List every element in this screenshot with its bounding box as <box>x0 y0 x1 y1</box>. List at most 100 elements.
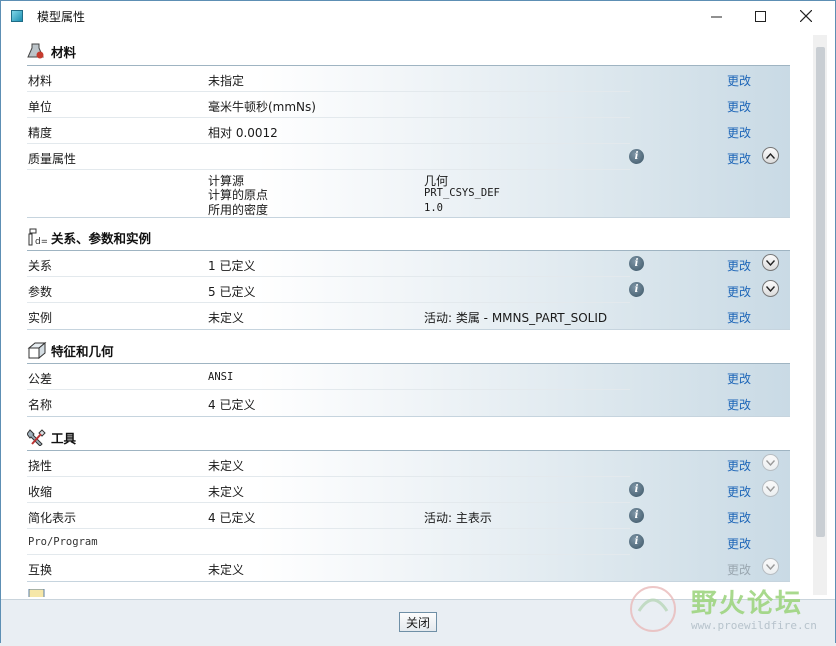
row-value: 毫米牛顿秒(mmNs) <box>208 100 316 114</box>
watermark-url: www.proewildfire.cn <box>691 619 817 632</box>
change-pro-program-link[interactable]: 更改 <box>727 535 751 552</box>
mass-properties-details: 计算源 几何 计算的原点 PRT_CSYS_DEF 所用的密度 1.0 <box>208 172 768 220</box>
row-label: 质量属性 <box>28 152 77 166</box>
change-material-link[interactable]: 更改 <box>727 72 751 89</box>
active-rep-text: 活动: 主表示 <box>424 511 492 525</box>
detail-value: PRT_CSYS_DEF <box>424 187 500 199</box>
change-flexibility-link[interactable]: 更改 <box>727 457 751 474</box>
forum-watermark: 野火论坛 www.proewildfire.cn <box>625 581 835 643</box>
row-parameters: 参数 5 已定义 i 更改 <box>27 277 790 303</box>
close-window-button[interactable] <box>793 5 819 27</box>
change-simplified-rep-link[interactable]: 更改 <box>727 509 751 526</box>
expand-parameters-button[interactable] <box>762 280 779 297</box>
info-icon[interactable]: i <box>629 256 644 271</box>
row-value: 未定义 <box>208 485 245 499</box>
title-bar: 模型属性 <box>1 1 835 31</box>
info-icon[interactable]: i <box>629 534 644 549</box>
row-label: 名称 <box>28 398 53 412</box>
section-header-material[interactable]: 材料 <box>27 40 76 62</box>
change-parameters-link[interactable]: 更改 <box>727 283 751 300</box>
row-shrinkage: 收缩 未定义 i 更改 <box>27 477 790 503</box>
material-flask-icon <box>27 42 47 60</box>
change-units-link[interactable]: 更改 <box>727 98 751 115</box>
active-instance-text: 活动: 类属 - MMNS_PART_SOLID <box>424 311 608 325</box>
change-names-link[interactable]: 更改 <box>727 396 751 413</box>
info-icon[interactable]: i <box>629 482 644 497</box>
detail-value: 1.0 <box>424 202 443 214</box>
section-title-material: 材料 <box>51 44 77 60</box>
info-icon[interactable]: i <box>629 149 644 164</box>
chevron-down-icon <box>766 285 775 292</box>
row-tolerance: 公差 ANSI 更改 <box>27 364 790 390</box>
scrollbar-thumb[interactable] <box>816 47 825 537</box>
row-value: 4 已定义 <box>208 511 256 525</box>
chevron-down-icon <box>766 563 775 570</box>
section-title-tools: 工具 <box>51 430 77 446</box>
change-relations-link[interactable]: 更改 <box>727 257 751 274</box>
row-simplified-rep: 简化表示 4 已定义 活动: 主表示 i 更改 <box>27 503 790 529</box>
row-names: 名称 4 已定义 更改 <box>27 390 790 416</box>
section-title-relations: 关系、参数和实例 <box>51 230 152 246</box>
chevron-down-icon <box>766 459 775 466</box>
app-icon <box>11 10 23 22</box>
row-relations: 关系 1 已定义 i 更改 <box>27 251 790 277</box>
info-icon[interactable]: i <box>629 508 644 523</box>
row-mass-properties: 质量属性 i 更改 <box>27 144 790 170</box>
change-tolerance-link[interactable]: 更改 <box>727 370 751 387</box>
row-pro-program: Pro/Program i 更改 <box>27 529 790 555</box>
tools-section-body: 挠性 未定义 更改 收缩 未定义 i 更改 简化表示 4 已定义 活动: 主表示… <box>27 450 790 582</box>
expand-interchange-button <box>762 558 779 575</box>
expand-shrinkage-button <box>762 480 779 497</box>
expand-flexibility-button <box>762 454 779 471</box>
row-label: 精度 <box>28 126 53 140</box>
maximize-button[interactable] <box>747 5 773 27</box>
change-shrinkage-link[interactable]: 更改 <box>727 483 751 500</box>
svg-text:d=: d= <box>35 237 47 246</box>
chevron-down-icon <box>766 485 775 492</box>
detail-label: 所用的密度 <box>208 203 269 217</box>
properties-panel: 材料 材料 未指定 更改 单位 毫米牛顿秒(mmNs) 更改 精度 相对 0.0… <box>1 31 809 597</box>
section-header-relations[interactable]: d= 关系、参数和实例 <box>27 226 151 248</box>
section-header-partial <box>27 589 51 597</box>
row-value: 4 已定义 <box>208 398 256 412</box>
minimize-icon <box>710 16 722 17</box>
row-instances: 实例 未定义 活动: 类属 - MMNS_PART_SOLID 更改 <box>27 303 790 329</box>
row-accuracy: 精度 相对 0.0012 更改 <box>27 118 790 144</box>
window-title: 模型属性 <box>37 10 86 24</box>
row-value: 未指定 <box>208 74 245 88</box>
change-mass-properties-link[interactable]: 更改 <box>727 150 751 167</box>
row-value: 未定义 <box>208 311 245 325</box>
row-flexibility: 挠性 未定义 更改 <box>27 451 790 477</box>
maximize-icon <box>754 10 766 22</box>
material-section-body: 材料 未指定 更改 单位 毫米牛顿秒(mmNs) 更改 精度 相对 0.0012… <box>27 65 790 218</box>
section-header-features[interactable]: 特征和几何 <box>27 339 114 361</box>
row-label: 参数 <box>28 285 53 299</box>
minimize-button[interactable] <box>703 5 729 27</box>
row-label: 实例 <box>28 311 53 325</box>
row-value: 5 已定义 <box>208 285 256 299</box>
collapse-mass-properties-button[interactable] <box>762 147 779 164</box>
chevron-down-icon <box>766 259 775 266</box>
close-button[interactable]: 关闭 <box>399 612 437 632</box>
expand-relations-button[interactable] <box>762 254 779 271</box>
section-header-tools[interactable]: 工具 <box>26 426 77 448</box>
close-icon <box>800 10 812 22</box>
relations-icon: d= <box>27 228 48 247</box>
row-value: 未定义 <box>208 563 245 577</box>
row-label: 互换 <box>28 563 53 577</box>
change-instances-link[interactable]: 更改 <box>727 309 751 326</box>
row-label: 单位 <box>28 100 53 114</box>
info-icon[interactable]: i <box>629 282 644 297</box>
row-value: 未定义 <box>208 459 245 473</box>
row-value: 相对 0.0012 <box>208 126 278 140</box>
row-value: ANSI <box>208 371 234 383</box>
row-label: 材料 <box>28 74 53 88</box>
row-label: 收缩 <box>28 485 53 499</box>
features-section-body: 公差 ANSI 更改 名称 4 已定义 更改 <box>27 363 790 417</box>
change-accuracy-link[interactable]: 更改 <box>727 124 751 141</box>
watermark-text: 野火论坛 <box>691 589 804 619</box>
row-label: 简化表示 <box>28 511 77 525</box>
row-label: 挠性 <box>28 459 53 473</box>
chevron-up-icon <box>766 152 775 159</box>
row-interchange: 互换 未定义 更改 <box>27 555 790 581</box>
